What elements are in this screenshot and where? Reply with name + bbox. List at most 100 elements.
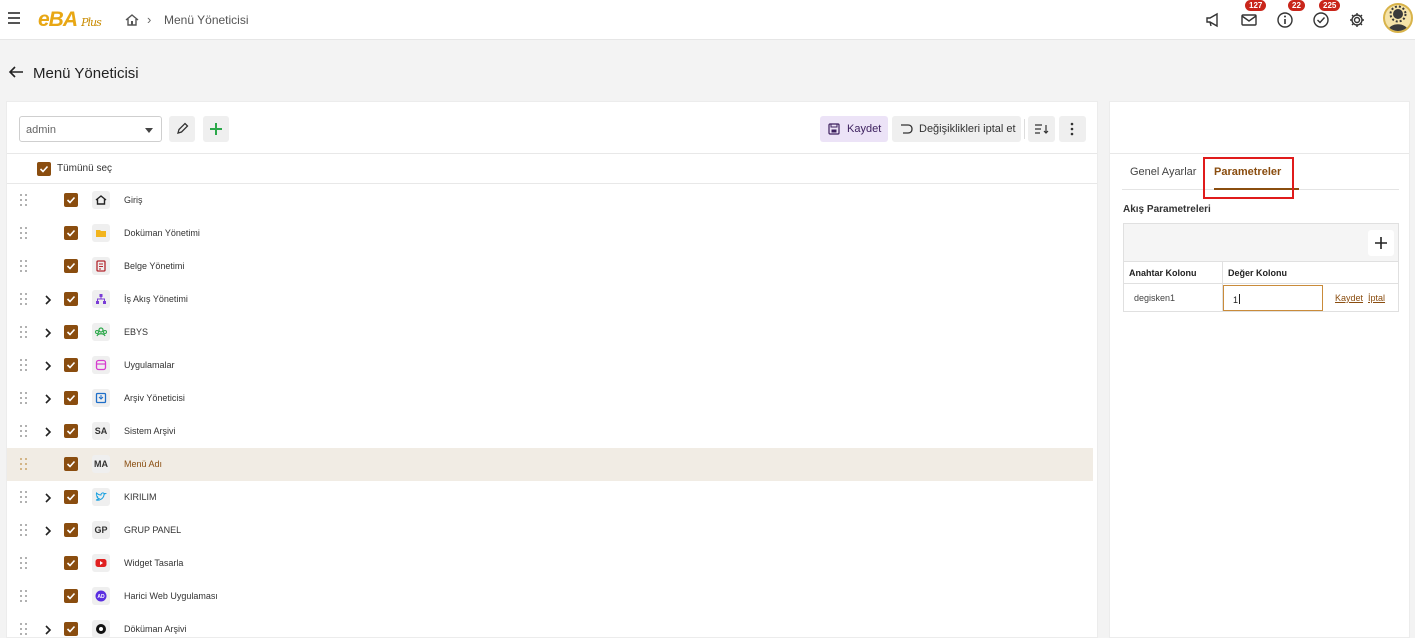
row-checkbox[interactable] [64,292,78,306]
row-cancel-link[interactable]: İptal [1368,293,1385,303]
tree-row[interactable]: KIRILIM [7,481,1093,514]
tree-row[interactable]: Uygulamalar [7,349,1093,382]
tree-row-label: Doküman Yönetimi [124,228,200,238]
tree-row[interactable]: Belge Yönetimi [7,250,1093,283]
row-checkbox[interactable] [64,490,78,504]
save-icon [828,123,840,135]
table-row: degisken1 1 Kaydet İptal [1124,284,1398,312]
more-button[interactable] [1059,116,1086,142]
info-badge: 22 [1288,0,1305,11]
drag-handle-icon[interactable] [20,359,28,371]
app-icon [92,356,110,374]
row-checkbox[interactable] [64,325,78,339]
row-checkbox[interactable] [64,622,78,636]
gear-icon[interactable] [1348,11,1366,29]
chevron-right-icon[interactable] [44,360,52,371]
tree-row[interactable]: Arşiv Yöneticisi [7,382,1093,415]
chevron-right-icon[interactable] [44,624,52,635]
youtube-icon [92,554,110,572]
drag-handle-icon[interactable] [20,392,28,404]
row-checkbox[interactable] [64,589,78,603]
drag-handle-icon[interactable] [20,524,28,536]
tree-row[interactable]: SA Sistem Arşivi [7,415,1093,448]
mail-icon[interactable] [1240,11,1258,29]
tree-row[interactable]: Doküman Yönetimi [7,217,1093,250]
row-checkbox[interactable] [64,556,78,570]
cancel-changes-button[interactable]: Değişiklikleri iptal et [892,116,1021,142]
chevron-right-icon[interactable] [44,426,52,437]
tree-row-label: Sistem Arşivi [124,426,176,436]
logo-sub: Plus [81,16,102,29]
drag-handle-icon[interactable] [20,590,28,602]
row-checkbox[interactable] [64,391,78,405]
tree-row[interactable]: GP GRUP PANEL [7,514,1093,547]
menu-icon[interactable] [8,12,20,24]
info-icon[interactable] [1276,11,1294,29]
sort-button[interactable] [1028,116,1055,142]
document-icon [92,257,110,275]
drag-handle-icon[interactable] [20,458,28,470]
chevron-right-icon[interactable] [44,327,52,338]
drag-handle-icon[interactable] [20,293,28,305]
highlight-box [1203,157,1294,199]
initials-icon: GP [92,521,110,539]
row-checkbox[interactable] [64,358,78,372]
tree-row-label: Arşiv Yöneticisi [124,393,185,403]
tree-row[interactable]: Giriş [7,184,1093,217]
initials-icon: MA [92,455,110,473]
tree-row[interactable]: AD Harici Web Uygulaması [7,580,1093,613]
chevron-right-icon[interactable] [44,525,52,536]
parameter-key-cell[interactable]: degisken1 [1134,293,1175,303]
users-icon [92,323,110,341]
parameter-value-input[interactable]: 1 [1223,285,1323,311]
row-checkbox[interactable] [64,259,78,273]
workflow-icon [92,290,110,308]
back-arrow-icon[interactable] [8,65,24,79]
app-logo[interactable]: eBA Plus [38,8,102,32]
user-select[interactable]: admin [19,116,162,142]
chevron-right-icon[interactable] [44,294,52,305]
drag-handle-icon[interactable] [20,425,28,437]
select-all-checkbox[interactable] [37,162,51,176]
tree-row-label: Uygulamalar [124,360,175,370]
drag-handle-icon[interactable] [20,194,28,206]
save-button[interactable]: Kaydet [820,116,888,142]
grid-header: Anahtar Kolonu Değer Kolonu [1124,262,1398,284]
chevron-right-icon: › [147,12,152,27]
tree-row[interactable]: İş Akış Yönetimi [7,283,1093,316]
tree-row-label: KIRILIM [124,492,157,502]
pencil-icon [177,122,189,134]
breadcrumb[interactable]: Menü Yöneticisi [164,13,249,27]
ad-icon: AD [92,587,110,605]
add-button[interactable] [203,116,229,142]
tab-general-settings[interactable]: Genel Ayarlar [1130,166,1196,178]
chevron-right-icon[interactable] [44,492,52,503]
tree-row[interactable]: MA Menü Adı [7,448,1093,481]
add-parameter-button[interactable] [1368,230,1394,256]
tree-row[interactable]: Döküman Arşivi [7,613,1093,638]
row-checkbox[interactable] [64,226,78,240]
undo-icon [901,124,913,134]
drag-handle-icon[interactable] [20,326,28,338]
drag-handle-icon[interactable] [20,227,28,239]
row-checkbox[interactable] [64,457,78,471]
chevron-right-icon[interactable] [44,393,52,404]
row-checkbox[interactable] [64,424,78,438]
edit-button[interactable] [169,116,195,142]
mail-badge: 127 [1245,0,1267,11]
row-checkbox[interactable] [64,523,78,537]
home-icon[interactable] [124,12,140,28]
megaphone-icon[interactable] [1204,11,1222,29]
tree-row[interactable]: Widget Tasarla [7,547,1093,580]
drag-handle-icon[interactable] [20,491,28,503]
drag-handle-icon[interactable] [20,557,28,569]
tree-row-label: Menü Adı [124,459,163,469]
row-save-link[interactable]: Kaydet [1335,293,1363,303]
avatar[interactable] [1383,3,1413,33]
tree-row[interactable]: EBYS [7,316,1093,349]
drag-handle-icon[interactable] [20,260,28,272]
column-header-key: Anahtar Kolonu [1129,268,1197,278]
check-circle-icon[interactable] [1312,11,1330,29]
row-checkbox[interactable] [64,193,78,207]
drag-handle-icon[interactable] [20,623,28,635]
